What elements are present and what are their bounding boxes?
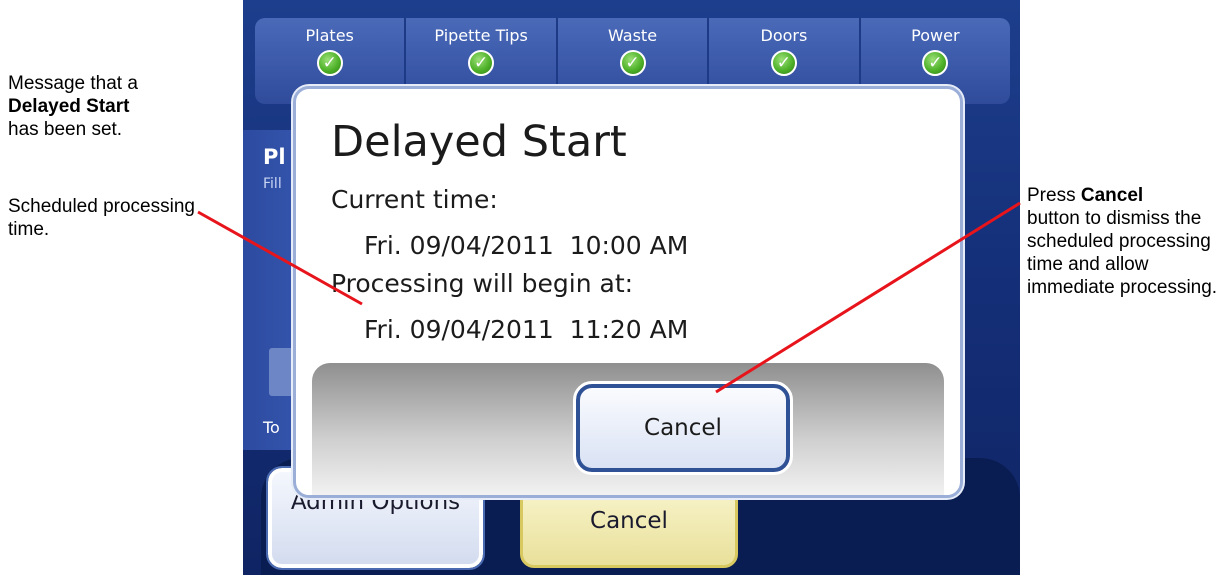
background-label-partial: To <box>263 418 280 437</box>
current-time-label: Current time: <box>331 185 498 214</box>
status-label: Power <box>911 26 960 45</box>
check-icon: ✓ <box>619 50 646 76</box>
dialog-cancel-button[interactable]: Cancel <box>573 381 793 475</box>
check-icon: ✓ <box>922 50 949 76</box>
annotation-text: Press <box>1027 185 1076 206</box>
status-label: Waste <box>607 26 658 45</box>
status-label: Doors <box>760 26 808 45</box>
annotation-bold-text: Delayed Start <box>8 96 130 117</box>
annotation-text: has been set. <box>8 119 123 140</box>
device-screen: Plates ✓ Pipette Tips ✓ Waste ✓ Doors ✓ … <box>243 0 1020 575</box>
annotation-scheduled-time: Scheduled processing time. <box>8 196 195 240</box>
annotation-bold-text: Cancel <box>1080 185 1144 206</box>
processing-begin-value: Fri. 09/04/2011 11:20 AM <box>364 315 689 344</box>
dialog-title: Delayed Start <box>331 117 627 167</box>
status-label: Plates <box>305 26 354 45</box>
check-icon: ✓ <box>770 50 797 76</box>
delayed-start-dialog: Delayed Start Current time: Fri. 09/04/2… <box>293 86 963 498</box>
background-title-partial: Pl <box>263 145 286 169</box>
annotation-cancel-instructions: Press Cancel button to dismiss the sched… <box>1027 184 1225 299</box>
status-label: Pipette Tips <box>434 26 528 45</box>
processing-begin-label: Processing will begin at: <box>331 269 634 298</box>
check-icon: ✓ <box>468 50 495 76</box>
background-subtitle-partial: Fill <box>263 176 282 192</box>
annotation-text: Message that a <box>8 73 138 94</box>
check-icon: ✓ <box>316 50 343 76</box>
annotation-delayed-start-message: Message that a Delayed Start has been se… <box>8 72 208 141</box>
current-time-value: Fri. 09/04/2011 10:00 AM <box>364 231 689 260</box>
annotation-text: button to dismiss the scheduled processi… <box>1027 208 1218 298</box>
